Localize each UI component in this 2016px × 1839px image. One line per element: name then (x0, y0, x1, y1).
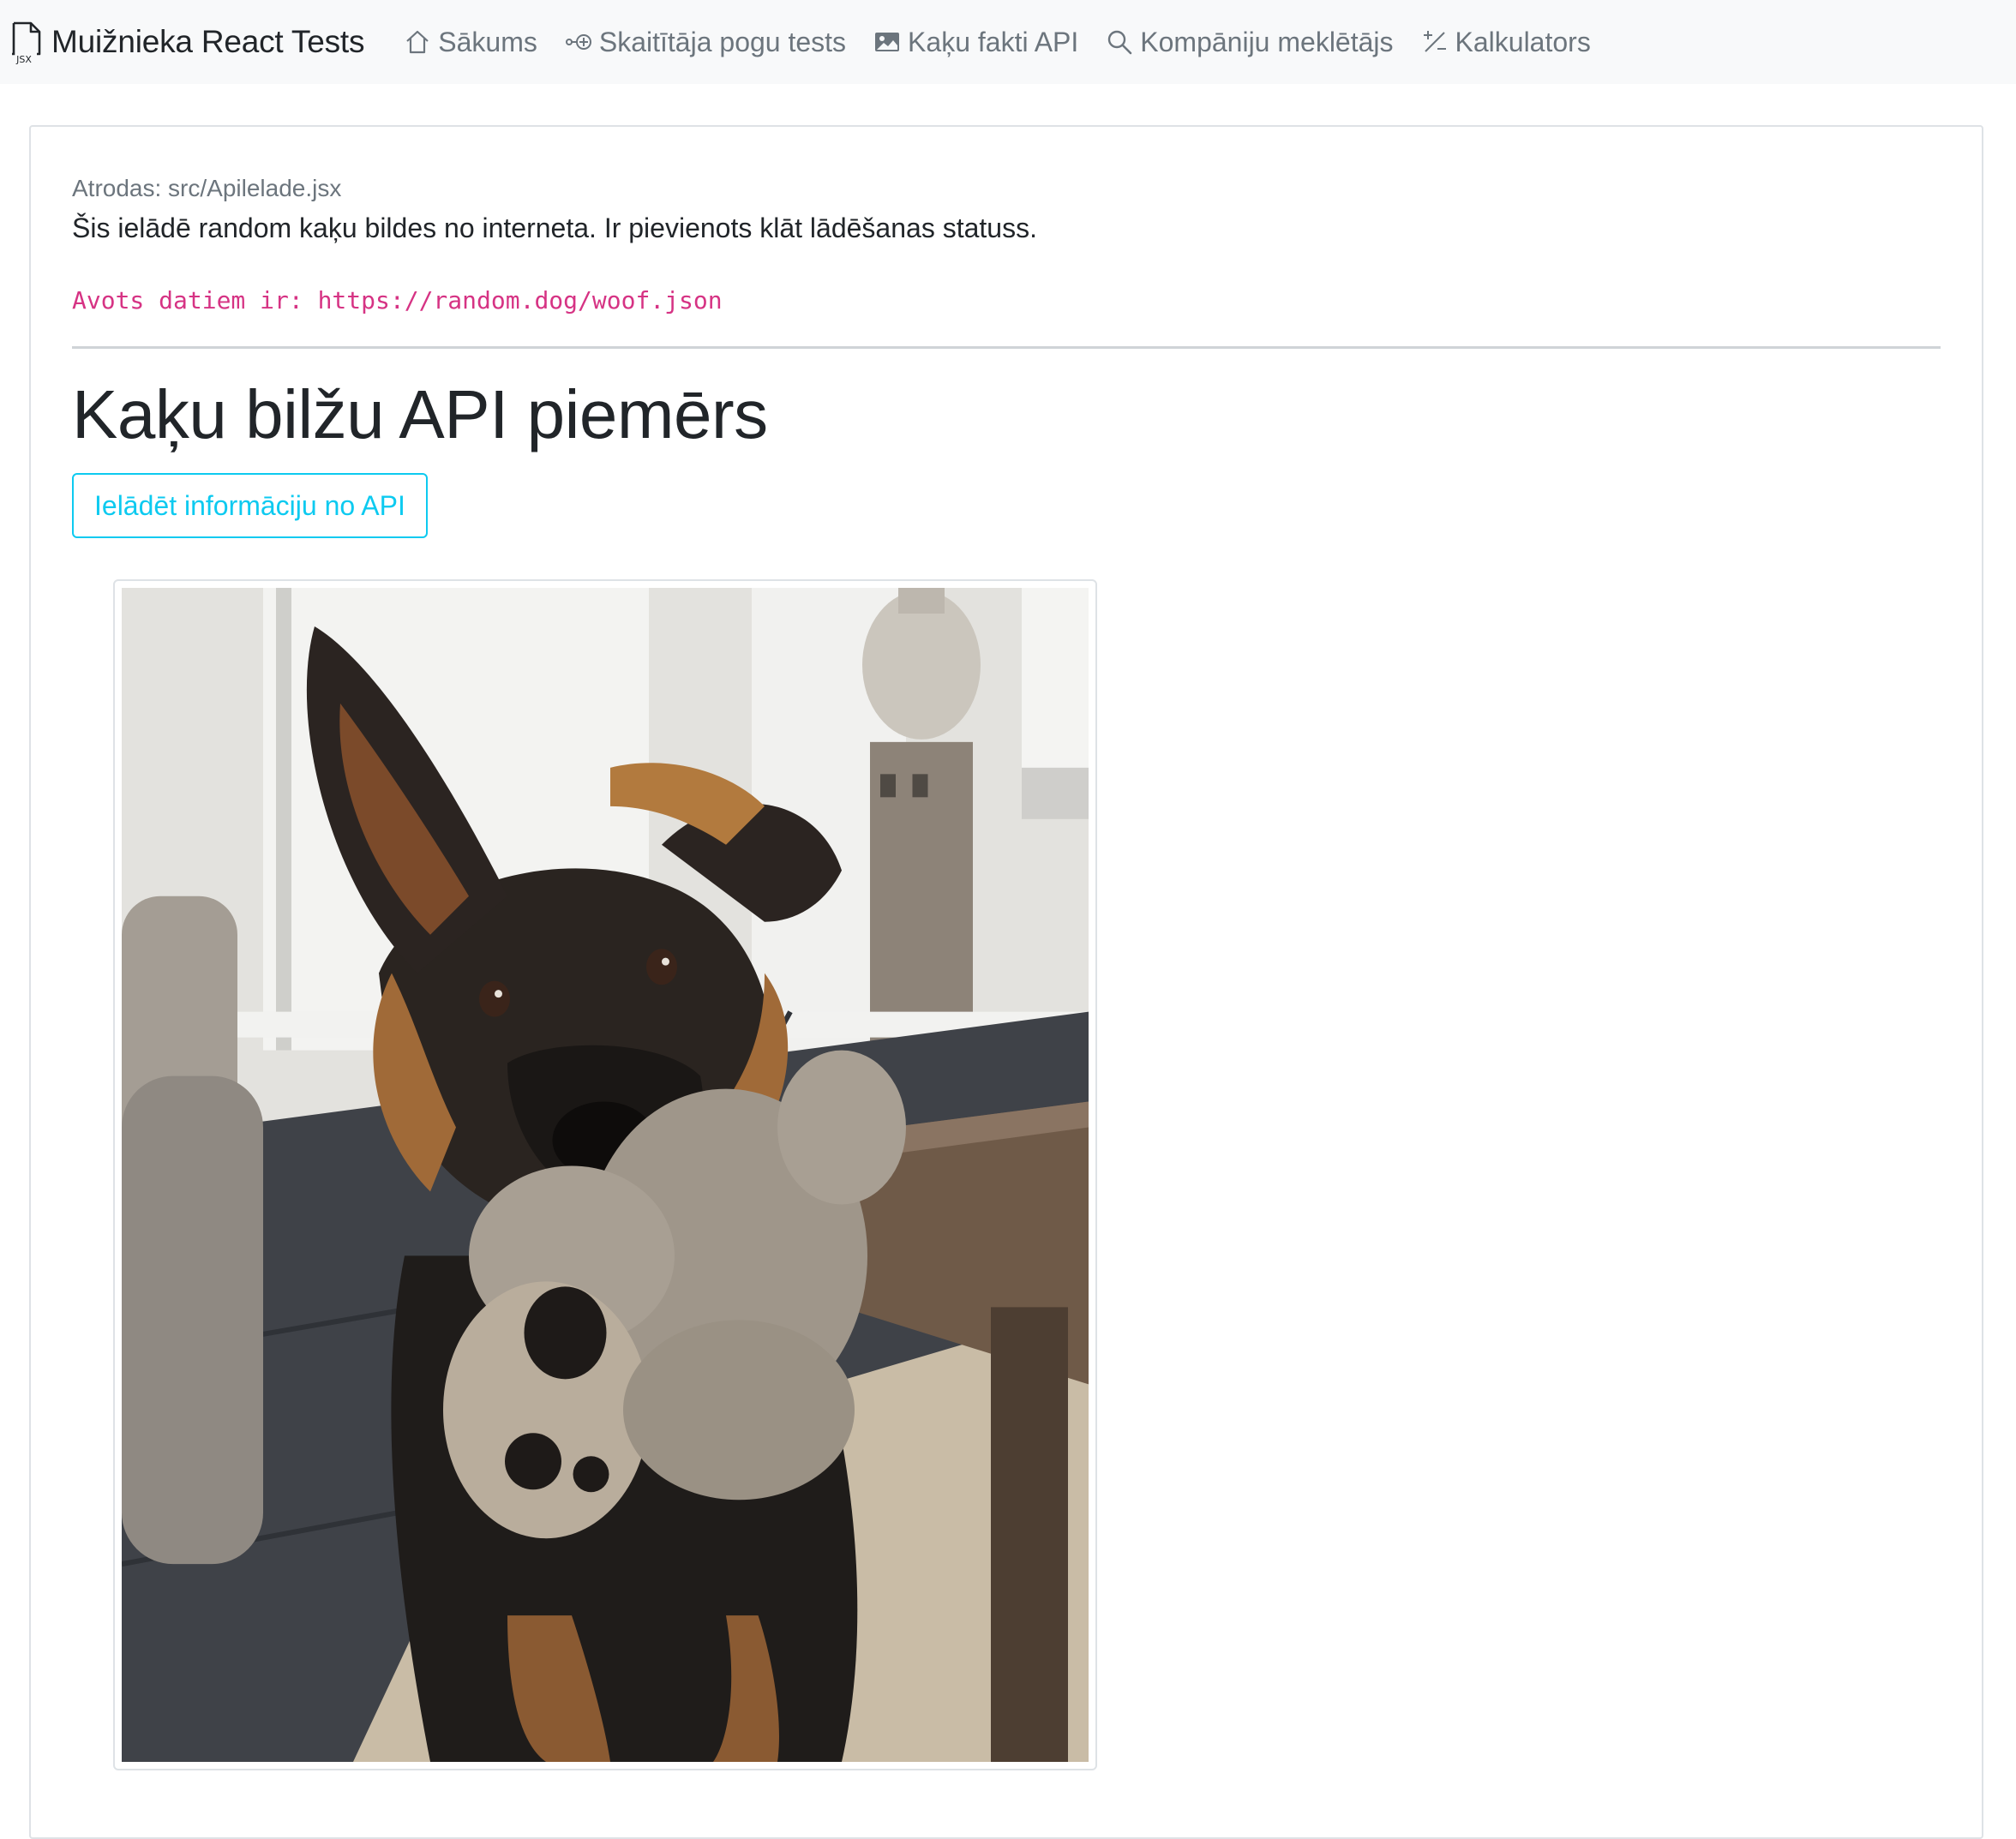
page-description: Šis ielādē random kaķu bildes no interne… (72, 213, 1037, 243)
nav-link-label: Kaķu fakti API (908, 26, 1079, 57)
data-source-code: Avots datiem ir: https://random.dog/woof… (72, 286, 723, 314)
brand-title: Muižnieka React Tests (51, 24, 365, 59)
image-icon (875, 33, 900, 51)
nav-links: Sākums Skaitītāja pogu tests Kaķu fakti … (404, 27, 1618, 58)
divider (72, 346, 1941, 349)
load-api-button[interactable]: Ielādēt informāciju no API (72, 473, 428, 538)
nav-link-company-search[interactable]: Kompāniju meklētājs (1106, 26, 1394, 58)
nav-link-label: Sākums (438, 26, 537, 57)
page-title: Kaķu bilžu API piemērs (72, 376, 768, 452)
nav-link-label: Kalkulators (1455, 26, 1591, 57)
image-thumbnail (113, 579, 1097, 1770)
file-location: Atrodas: src/Apilelade.jsx (72, 175, 342, 201)
nav-link-calculator[interactable]: Kalkulators (1421, 27, 1591, 58)
house-icon (406, 30, 429, 54)
nav-link-label: Skaitītāja pogu tests (598, 26, 847, 57)
dog-photo (122, 588, 1089, 1762)
nav-link-label: Kompāniju meklētājs (1140, 26, 1394, 57)
brand-link[interactable]: JSX Muižnieka React Tests (9, 20, 364, 64)
nav-link-cat-facts[interactable]: Kaķu fakti API (873, 27, 1078, 58)
svg-text:JSX: JSX (15, 54, 32, 64)
content-card: Atrodas: src/Apilelade.jsx Šis ielādē ra… (29, 125, 1983, 1839)
nav-link-sakums[interactable]: Sākums (404, 27, 537, 58)
plus-slash-minus-icon (1423, 31, 1446, 52)
nav-link-counter-test[interactable]: Skaitītāja pogu tests (565, 27, 846, 58)
search-icon (1108, 30, 1132, 55)
node-plus-icon (565, 34, 591, 50)
jsx-file-icon: JSX (12, 21, 41, 64)
navbar: JSX Muižnieka React Tests Sākums Skaitīt… (0, 0, 2016, 84)
